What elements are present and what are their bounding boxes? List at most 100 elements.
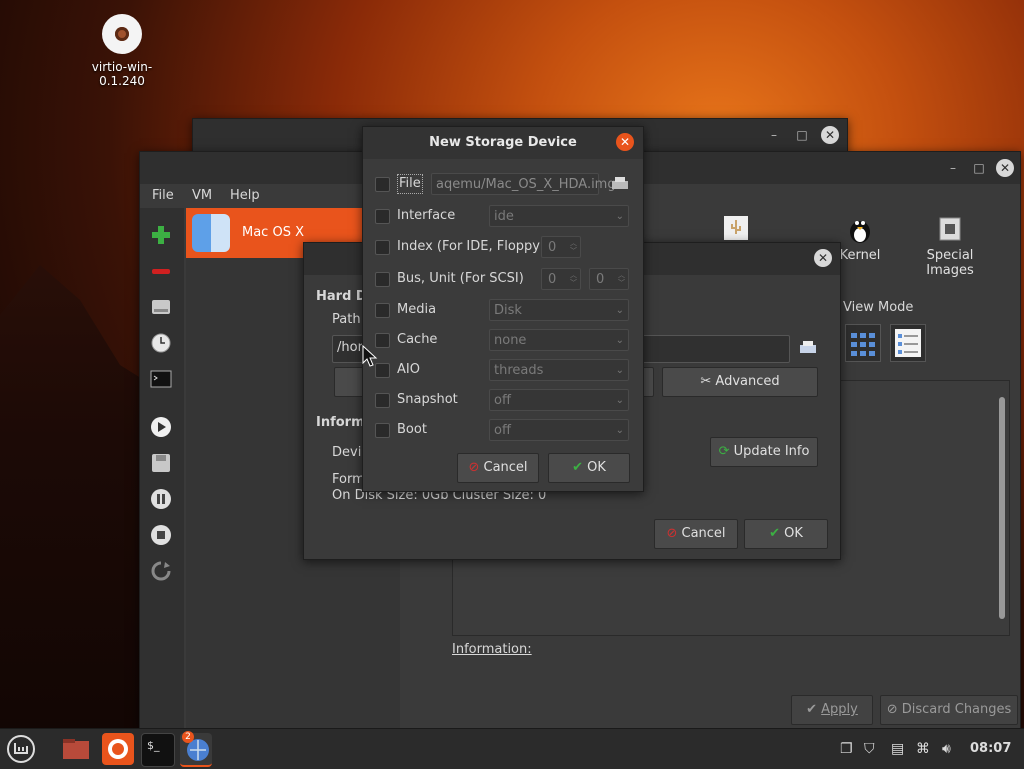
minimize-button[interactable]: –: [765, 126, 783, 144]
browse-icon[interactable]: [798, 339, 818, 361]
firefox-icon[interactable]: [102, 733, 134, 765]
cache-value: none: [494, 333, 527, 348]
aio-value: threads: [494, 363, 544, 378]
desktop-icon-virtio[interactable]: virtio-win-0.1.240: [70, 14, 174, 88]
menu-help[interactable]: Help: [230, 188, 260, 203]
terminal-app-icon[interactable]: $_: [141, 733, 175, 767]
new-storage-device-dialog: New Storage Device ✕ File aqemu/Mac_OS_X…: [362, 126, 644, 492]
nsd-titlebar: New Storage Device ✕: [363, 127, 643, 159]
view-mode-label: View Mode: [843, 300, 914, 315]
file-checkbox[interactable]: [375, 177, 390, 192]
file-path-value: aqemu/Mac_OS_X_HDA.img: [436, 177, 616, 192]
list-view-button[interactable]: [890, 324, 926, 362]
apply-button[interactable]: ✔ Apply: [791, 695, 873, 725]
aio-select[interactable]: threads ⌄: [489, 359, 629, 381]
cancel-button[interactable]: ⊘ Cancel: [457, 453, 539, 483]
close-button[interactable]: ✕: [996, 159, 1014, 177]
remove-vm-icon[interactable]: [150, 260, 172, 282]
interface-checkbox[interactable]: [375, 209, 390, 224]
spin-arrows-icon: ︿ ﹀: [570, 239, 577, 255]
tux-icon: [850, 221, 870, 243]
boot-checkbox[interactable]: [375, 423, 390, 438]
boot-label: Boot: [397, 422, 427, 437]
advanced-button[interactable]: ✂ Advanced: [662, 367, 818, 397]
interface-value: ide: [494, 209, 514, 224]
menu-file[interactable]: File: [152, 188, 174, 203]
shield-icon[interactable]: ⛉: [864, 741, 875, 757]
update-info-label: Update Info: [733, 444, 810, 459]
pause-icon[interactable]: [150, 488, 172, 510]
dialog-title: New Storage Device: [429, 135, 577, 150]
refresh-icon: ⟳: [718, 444, 730, 459]
media-checkbox[interactable]: [375, 303, 390, 318]
snapshot-checkbox[interactable]: [375, 393, 390, 408]
ok-button[interactable]: ✔ OK: [548, 453, 630, 483]
tools-icon: ✂: [700, 374, 712, 389]
information-label: Information:: [452, 642, 532, 657]
volume-icon[interactable]: 🔊︎: [942, 741, 951, 757]
mint-menu-icon[interactable]: [4, 733, 38, 765]
cache-label: Cache: [397, 332, 438, 347]
aio-label: AIO: [397, 362, 420, 377]
bus-spinbox[interactable]: 0 ︿ ﹀: [541, 268, 581, 290]
clock[interactable]: 08:07: [970, 741, 1011, 756]
index-label: Index (For IDE, Floppy): [397, 239, 546, 254]
save-icon[interactable]: [150, 452, 172, 474]
bus-label: Bus, Unit (For SCSI): [397, 271, 524, 286]
file-label: File: [397, 174, 423, 194]
icon-view-button[interactable]: [845, 324, 881, 362]
close-button[interactable]: ✕: [814, 249, 832, 267]
browse-file-icon[interactable]: [611, 176, 629, 196]
boot-select[interactable]: off ⌄: [489, 419, 629, 441]
media-value: Disk: [494, 303, 522, 318]
close-button[interactable]: ✕: [821, 126, 839, 144]
maximize-button[interactable]: □: [793, 126, 811, 144]
ok-button[interactable]: ✔ OK: [744, 519, 828, 549]
unit-value: 0: [596, 272, 605, 287]
finder-icon: [192, 214, 230, 252]
play-icon[interactable]: [150, 416, 172, 438]
ok-label: OK: [784, 526, 803, 541]
interface-select[interactable]: ide ⌄: [489, 205, 629, 227]
chip-icon: [939, 217, 961, 241]
cancel-icon: ⊘: [666, 526, 678, 541]
bus-checkbox[interactable]: [375, 272, 390, 287]
clock-icon[interactable]: [150, 332, 172, 354]
unit-spinbox[interactable]: 0 ︿ ﹀: [589, 268, 629, 290]
network-icon[interactable]: ⌘: [916, 741, 930, 757]
spin-arrows-icon: ︿ ﹀: [570, 271, 577, 287]
cancel-label: Cancel: [681, 526, 726, 541]
index-checkbox[interactable]: [375, 240, 390, 255]
clipboard-icon[interactable]: ❐: [840, 741, 853, 757]
snapshot-select[interactable]: off ⌄: [489, 389, 629, 411]
discard-changes-button[interactable]: ⊘ Discard Changes: [880, 695, 1018, 725]
file-path-input[interactable]: aqemu/Mac_OS_X_HDA.img: [431, 173, 616, 195]
virt-manager-task-icon[interactable]: 2: [180, 731, 212, 767]
chevron-down-icon: ⌄: [615, 211, 624, 222]
cache-select[interactable]: none ⌄: [489, 329, 629, 351]
format-label: Form: [332, 472, 365, 487]
add-vm-icon[interactable]: [150, 224, 172, 246]
interface-label: Interface: [397, 208, 456, 223]
path-value: /hor: [337, 340, 363, 355]
index-spinbox[interactable]: 0 ︿ ﹀: [541, 236, 581, 258]
update-manager-icon[interactable]: ▤: [891, 741, 904, 757]
update-info-button[interactable]: ⟳ Update Info: [710, 437, 818, 467]
special-images-button[interactable]: Special Images: [902, 214, 998, 278]
chevron-down-icon: ⌄: [615, 425, 624, 436]
maximize-button[interactable]: □: [970, 159, 988, 177]
path-label: Path: [332, 312, 361, 327]
files-icon[interactable]: [60, 733, 92, 765]
reset-icon[interactable]: [150, 560, 172, 582]
check-icon: ✔: [572, 460, 583, 475]
hard-disk-icon[interactable]: [150, 296, 172, 318]
cancel-button[interactable]: ⊘ Cancel: [654, 519, 738, 549]
terminal-icon[interactable]: [150, 368, 172, 390]
snapshot-label: Snapshot: [397, 392, 458, 407]
media-select[interactable]: Disk ⌄: [489, 299, 629, 321]
close-button[interactable]: ✕: [616, 133, 634, 151]
menu-vm[interactable]: VM: [192, 188, 212, 203]
stop-icon[interactable]: [150, 524, 172, 546]
minimize-button[interactable]: –: [944, 159, 962, 177]
scrollbar[interactable]: [999, 397, 1005, 619]
